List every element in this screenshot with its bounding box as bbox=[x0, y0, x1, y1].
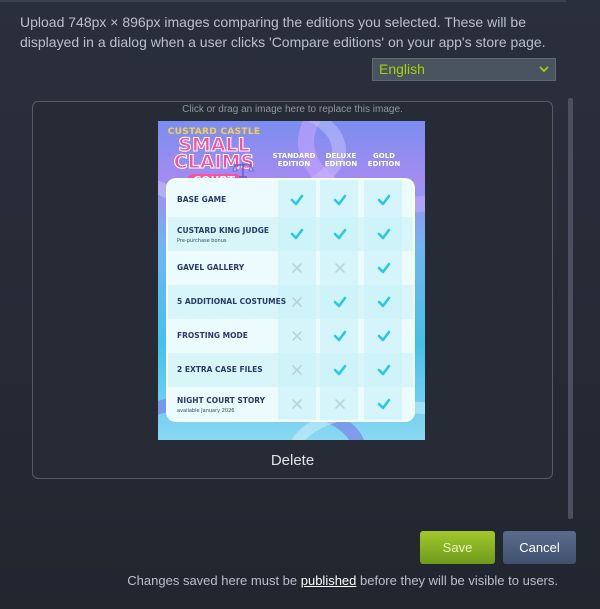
cancel-button[interactable]: Cancel bbox=[503, 531, 576, 564]
row-label: CUSTARD KING JUDGE bbox=[177, 226, 269, 235]
col-header-deluxe: DELUXE EDITION bbox=[324, 152, 358, 168]
x-icon bbox=[292, 263, 302, 273]
top-divider bbox=[0, 0, 566, 2]
table-row: 2 EXTRA CASE FILES bbox=[168, 353, 413, 387]
footer-note: Changes saved here must be published bef… bbox=[0, 573, 600, 588]
check-icon bbox=[377, 296, 391, 308]
footer-text-after: before they will be visible to users. bbox=[356, 573, 558, 588]
row-label: 5 ADDITIONAL COSTUMES bbox=[177, 297, 287, 306]
drop-hint: Click or drag an image here to replace t… bbox=[182, 104, 403, 115]
row-label: BASE GAME bbox=[177, 195, 227, 204]
check-icon bbox=[377, 330, 391, 342]
row-label: NIGHT COURT STORY bbox=[177, 396, 266, 405]
check-icon bbox=[377, 262, 391, 274]
table-row: BASE GAME bbox=[168, 183, 413, 217]
row-label: FROSTING MODE bbox=[177, 331, 248, 340]
x-icon bbox=[292, 331, 302, 341]
check-icon bbox=[333, 228, 347, 240]
table-row: NIGHT COURT STORY available January 2026 bbox=[168, 387, 413, 421]
table-row: FROSTING MODE bbox=[168, 319, 413, 353]
check-icon bbox=[290, 228, 304, 240]
table-row: GAVEL GALLERY bbox=[168, 251, 413, 285]
row-sublabel-wrap: available January 2026 bbox=[177, 406, 234, 415]
published-link[interactable]: published bbox=[301, 573, 357, 588]
chevron-down-icon bbox=[539, 66, 549, 73]
x-icon bbox=[335, 399, 345, 409]
row-sublabel: Pre-purchase bonus bbox=[177, 238, 227, 244]
delete-image-button[interactable]: Delete bbox=[33, 452, 552, 469]
check-icon bbox=[333, 194, 347, 206]
x-icon bbox=[292, 297, 302, 307]
row-sublabel-wrap: Pre-purchase bonus bbox=[177, 236, 226, 245]
comparison-table: BASE GAME CUSTARD KING JUDGE Pre-purchase … bbox=[166, 178, 415, 422]
check-icon bbox=[377, 194, 391, 206]
upload-description: Upload 748px × 896px images comparing th… bbox=[20, 14, 546, 50]
x-icon bbox=[335, 263, 345, 273]
save-button[interactable]: Save bbox=[420, 531, 495, 564]
x-icon bbox=[292, 399, 302, 409]
col-header-gold: GOLD EDITION bbox=[367, 152, 401, 168]
language-select[interactable]: English bbox=[372, 58, 556, 81]
scrollbar[interactable] bbox=[568, 98, 573, 519]
table-row: 5 ADDITIONAL COSTUMES bbox=[168, 285, 413, 319]
check-icon bbox=[333, 296, 347, 308]
table-row: CUSTARD KING JUDGE Pre-purchase bonus bbox=[168, 217, 413, 251]
check-icon bbox=[377, 364, 391, 376]
check-icon bbox=[377, 398, 391, 410]
check-icon bbox=[377, 228, 391, 240]
check-icon bbox=[333, 330, 347, 342]
x-icon bbox=[292, 365, 302, 375]
check-icon bbox=[290, 194, 304, 206]
col-header-standard: STANDARD EDITION bbox=[272, 152, 316, 168]
language-select-value: English bbox=[379, 61, 425, 77]
check-icon bbox=[333, 364, 347, 376]
footer-text-before: Changes saved here must be bbox=[127, 573, 301, 588]
edition-comparison-image[interactable]: CUSTARD CASTLE SMALL CLAIMS COURT STANDA… bbox=[158, 121, 425, 440]
image-drop-zone[interactable]: Click or drag an image here to replace t… bbox=[32, 101, 553, 479]
row-label: GAVEL GALLERY bbox=[177, 263, 245, 272]
row-sublabel: available January 2026 bbox=[177, 408, 235, 414]
scales-icon bbox=[232, 163, 254, 178]
row-label: 2 EXTRA CASE FILES bbox=[177, 365, 263, 374]
